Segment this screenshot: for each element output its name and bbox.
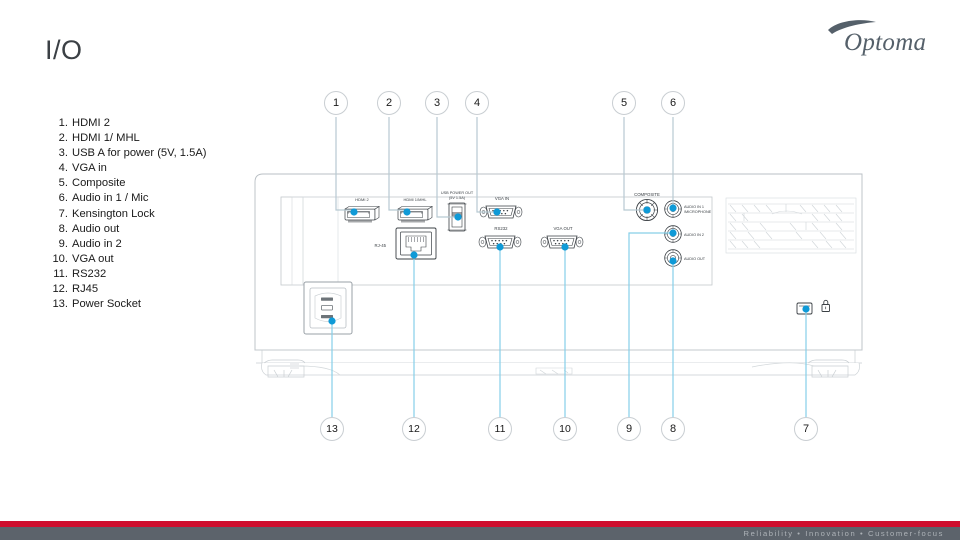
callout-5[interactable]: 5 [612,91,636,115]
callout-13[interactable]: 13 [320,417,344,441]
label-audio-out: AUDIO OUT [684,257,706,261]
port-power-socket [303,281,353,335]
footer-tagline: Reliability • Innovation • Customer-focu… [743,529,944,538]
slide-root: I/O Optoma 1. HDMI 2 2. HDMI 1/ MHL 3. USB … [0,0,960,540]
port-hdmi-2 [344,206,380,223]
label-audio-in-1: AUDIO IN 1 [684,205,704,209]
label-audio-in-2: AUDIO IN 2 [684,233,704,237]
ventilation-grille [725,197,857,254]
callout-2[interactable]: 2 [377,91,401,115]
callout-3[interactable]: 3 [425,91,449,115]
callout-8[interactable]: 8 [661,417,685,441]
label-usb-power-sub: (5V 1.5A) [449,196,466,200]
callout-6[interactable]: 6 [661,91,685,115]
label-composite: COMPOSITE [634,192,660,197]
projector-diagram: HDMI 2 HDMI 1/MHL USB POWER OUT (5V 1.5A… [254,117,863,417]
label-hdmi-2: HDMI 2 [355,197,369,202]
callout-11[interactable]: 11 [488,417,512,441]
label-hdmi-1-mhl: HDMI 1/MHL [403,197,427,202]
label-vga-out: VGA OUT [553,226,572,231]
label-audio-in-1-sub: /MICROPHONE [684,210,712,214]
callout-1[interactable]: 1 [324,91,348,115]
callout-7[interactable]: 7 [794,417,818,441]
port-hdmi-1-mhl [397,206,433,223]
callout-12[interactable]: 12 [402,417,426,441]
label-vga-in: VGA IN [495,196,509,201]
callout-10[interactable]: 10 [553,417,577,441]
label-usb-power: USB POWER OUT [441,191,474,195]
footer-bar: Reliability • Innovation • Customer-focu… [0,527,960,540]
label-rj45: RJ-45 [375,243,387,248]
callout-9[interactable]: 9 [617,417,641,441]
callout-4[interactable]: 4 [465,91,489,115]
label-rs232: RS232 [494,226,508,231]
